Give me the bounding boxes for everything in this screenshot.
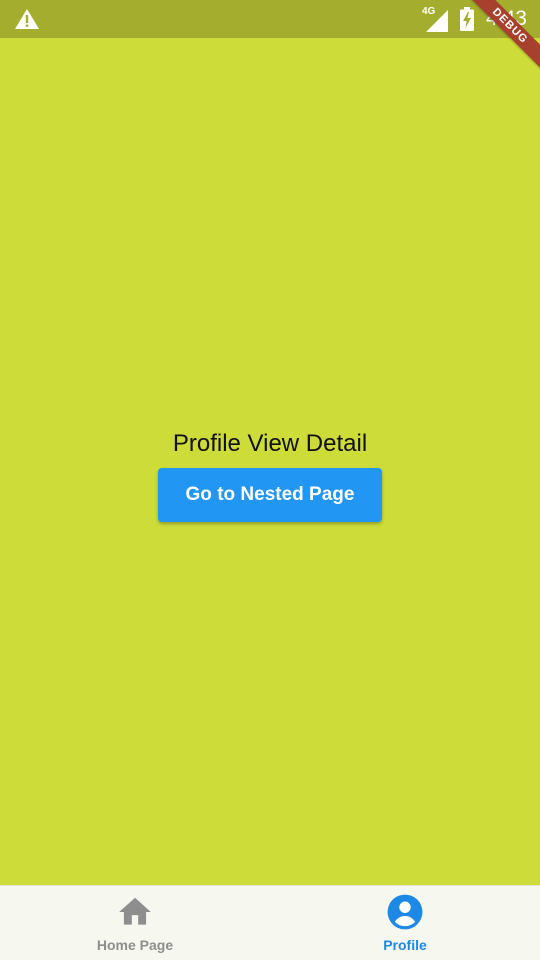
screen: 4G 4:43 DEBUG Profile View Detail Go to … — [0, 0, 540, 960]
nav-label-profile: Profile — [383, 937, 427, 953]
account-circle-icon — [387, 894, 423, 930]
bottom-navigation-bar: Home Page Profile — [0, 885, 540, 960]
cell-signal-icon — [426, 10, 448, 32]
home-icon — [119, 897, 151, 925]
go-to-nested-page-button[interactable]: Go to Nested Page — [158, 468, 382, 522]
warning-icon — [15, 9, 39, 29]
nav-label-home: Home Page — [96, 937, 174, 953]
battery-charging-icon — [460, 7, 474, 31]
page-title: Profile View Detail — [172, 430, 368, 457]
cell-signal: 4G — [420, 6, 450, 32]
nav-item-profile[interactable]: Profile — [270, 886, 540, 960]
status-bar: 4G 4:43 — [0, 0, 540, 38]
profile-detail-content: Profile View Detail — [0, 426, 540, 462]
nav-item-home[interactable]: Home Page — [0, 886, 270, 960]
